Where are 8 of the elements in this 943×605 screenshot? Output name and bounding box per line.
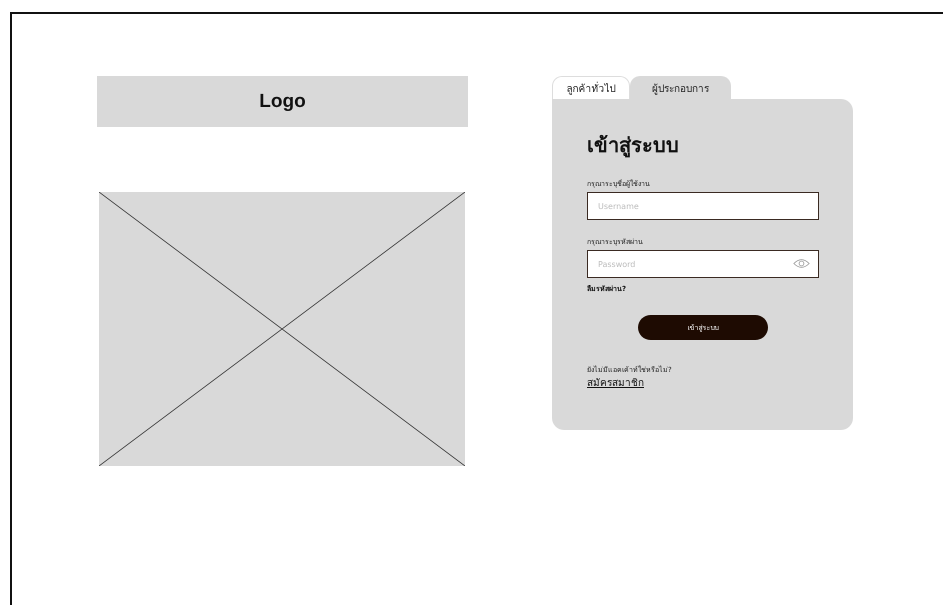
eye-icon[interactable] [793,258,810,269]
tab[interactable]: ลูกค้าทั่วไป [552,76,630,99]
tab[interactable]: ผู้ประกอบการ [630,76,731,99]
login-title: เข้าสู่ระบบ [587,132,679,160]
username-field[interactable]: Username [587,192,819,220]
signup-link[interactable]: สมัครสมาชิก [587,375,644,390]
password-field[interactable]: Password [587,250,819,278]
logo-text: Logo [259,90,306,112]
